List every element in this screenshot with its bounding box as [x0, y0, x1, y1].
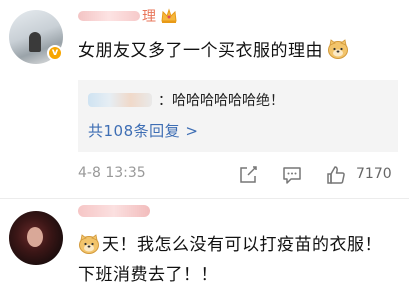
verified-badge-icon: v — [47, 45, 63, 61]
share-icon — [240, 166, 257, 183]
like-button[interactable] — [325, 164, 347, 186]
share-button[interactable] — [237, 164, 259, 186]
doge-emoji — [328, 38, 348, 59]
reply-preview-box[interactable]: ：哈哈哈哈哈哈绝！ 共108条回复 > — [78, 80, 398, 152]
username-blurred — [78, 11, 140, 21]
avatar-figure — [29, 32, 41, 52]
comment-icon — [283, 167, 301, 184]
reply-preview-line: ：哈哈哈哈哈哈绝！ — [88, 90, 284, 110]
doge-emoji — [79, 234, 99, 254]
like-count: 7170 — [356, 166, 392, 182]
crown-icon — [161, 8, 177, 23]
username-blurred[interactable] — [78, 205, 150, 217]
reply-username-blurred — [88, 93, 152, 107]
comment-text-content: 女朋友又多了一个买衣服的理由 — [78, 41, 323, 61]
comment-divider — [0, 198, 409, 199]
comment-text-content: 天！我怎么没有可以打疫苗的衣服！下班消费去了！！ — [78, 235, 382, 285]
view-replies-link[interactable]: 共108条回复 > — [88, 120, 198, 141]
username[interactable]: 理 — [78, 6, 178, 26]
comment-button[interactable] — [281, 164, 303, 186]
comment-text: 天！我怎么没有可以打疫苗的衣服！下班消费去了！！ — [78, 230, 394, 290]
like-icon — [327, 166, 345, 184]
reply-preview-text: ：哈哈哈哈哈哈绝！ — [158, 93, 284, 109]
username-visible: 理 — [142, 9, 156, 25]
avatar-face — [27, 227, 43, 247]
avatar[interactable] — [9, 211, 63, 265]
comment-text: 女朋友又多了一个买衣服的理由 — [78, 36, 349, 61]
comment-timestamp: 4-8 13:35 — [78, 165, 146, 181]
